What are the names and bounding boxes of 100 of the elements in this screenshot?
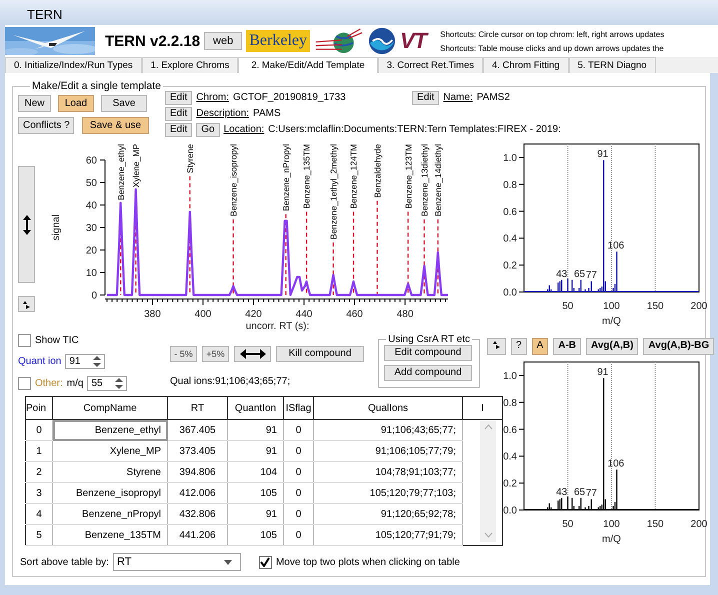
field-label[interactable]: Description: xyxy=(196,108,250,119)
sort-label: Sort above table by: xyxy=(20,556,109,568)
column-header[interactable]: QualIons xyxy=(314,396,462,420)
mq-spinner[interactable]: 55 xyxy=(87,376,128,390)
tab[interactable]: 1. Explore Chroms xyxy=(142,57,238,73)
tab[interactable]: 2. Make/Edit/Add Template xyxy=(238,57,378,73)
dropdown-caret-icon xyxy=(224,560,232,564)
tab[interactable]: 5. TERN Diagno xyxy=(568,57,656,73)
shift-button[interactable]: +5% xyxy=(202,346,229,362)
peak-label: 106 xyxy=(608,240,624,252)
peak-label: Benzene_ethyl xyxy=(116,144,126,200)
tick-label: 0.0 xyxy=(503,288,517,298)
tick-label: 1.0 xyxy=(503,152,517,164)
table-cell: 104;78;91;103;77; xyxy=(314,462,462,482)
quant-ion-label: Quant ion xyxy=(18,356,62,366)
triangles-icon xyxy=(22,300,31,308)
tick-label: 0.6 xyxy=(503,424,517,436)
tick-label: 380 xyxy=(144,309,161,320)
tab[interactable]: 0. Initialize/Index/Run Types xyxy=(5,57,142,73)
field-value: PAMS2 xyxy=(476,92,510,103)
template-button[interactable]: Save xyxy=(101,95,147,112)
web-button[interactable]: web xyxy=(204,32,242,50)
window-title: TERN xyxy=(27,7,62,22)
tick-label: 0 xyxy=(91,290,97,302)
edit-button[interactable]: Edit xyxy=(165,90,192,104)
table-cell: 5 xyxy=(26,524,52,546)
table-cell: Benzene_135TM xyxy=(52,524,168,546)
tick-label: 0.6 xyxy=(503,206,517,218)
tick-label: 100 xyxy=(603,519,620,530)
tick-label: 200 xyxy=(690,301,707,312)
peak-label: 65 xyxy=(574,486,586,498)
table-cell: 394.806 xyxy=(168,462,228,482)
globe-logo xyxy=(314,27,364,55)
stretch-button[interactable] xyxy=(234,346,271,362)
axis-title: m/Q xyxy=(602,534,621,545)
column-header[interactable]: QuantIon xyxy=(228,396,284,420)
shortcut-text: Shortcuts: Table mouse clicks and up down arrows updates the xyxy=(440,44,664,52)
template-button[interactable]: New xyxy=(18,95,51,112)
table-cell: 0 xyxy=(284,524,314,546)
spectrum-mode-button[interactable]: A xyxy=(532,338,548,354)
peak-label: 43 xyxy=(556,268,568,280)
table-cell: 91 xyxy=(228,420,284,440)
tab[interactable]: 4. Chrom Fitting xyxy=(482,57,569,73)
tick-label: 0.4 xyxy=(503,234,517,245)
table-cell: 91;106;105;77;79; xyxy=(314,440,462,462)
tick-label: 150 xyxy=(646,519,664,530)
template-button[interactable]: Load xyxy=(58,95,94,112)
app-name: TERN v2.2.18 xyxy=(105,32,200,50)
column-header[interactable]: RT xyxy=(168,396,228,420)
tick-label: 1.0 xyxy=(503,370,517,382)
template-button[interactable]: Conflicts ? xyxy=(18,117,74,134)
edit-button[interactable]: Edit xyxy=(412,90,440,104)
tick-label: 0.2 xyxy=(503,478,517,490)
peak-label: Benzene_nPropyl xyxy=(281,144,292,212)
table-cell: 3 xyxy=(26,482,52,504)
quant-ion-spinner[interactable]: 91 xyxy=(65,354,106,368)
compound-button[interactable]: Add compound xyxy=(384,365,472,381)
table-cell: 373.405 xyxy=(168,440,228,462)
field-label[interactable]: Location: xyxy=(224,124,264,135)
table-cell: 4 xyxy=(26,504,52,524)
column-header[interactable]: Poin xyxy=(26,396,52,420)
peak-label: Benzaldehyde xyxy=(372,144,382,198)
template-button[interactable]: Save & use xyxy=(82,117,149,134)
table-cell: 0 xyxy=(26,420,52,440)
column-header[interactable]: I xyxy=(462,396,502,420)
tick-label: 200 xyxy=(690,519,707,530)
tick-label: 0.4 xyxy=(503,452,517,463)
edit-button[interactable]: Edit xyxy=(165,106,192,120)
tab[interactable]: 3. Correct Ret.Times xyxy=(378,57,483,73)
checkbox[interactable] xyxy=(18,334,31,347)
tick-label: 20 xyxy=(86,246,97,256)
compound-button[interactable]: Edit compound xyxy=(384,345,472,361)
spectrum-mode-button[interactable]: A-B xyxy=(553,338,582,354)
checkbox[interactable] xyxy=(258,556,272,568)
table-cell: 91;120;65;92;78; xyxy=(314,504,462,524)
axis-toggle-button[interactable] xyxy=(487,338,506,354)
column-header[interactable]: ISflag xyxy=(284,396,314,420)
table-cell: 104 xyxy=(228,462,284,482)
axis-toggle-button[interactable] xyxy=(18,296,35,312)
sort-dropdown[interactable]: RT xyxy=(112,553,241,571)
kill-compound-button[interactable]: Kill compound xyxy=(276,346,364,362)
spectrum-mode-button[interactable]: Avg(A,B) xyxy=(586,338,638,354)
tick-label: 0.8 xyxy=(503,180,517,191)
peak-label: Benzene_123TM xyxy=(403,144,414,209)
table-cell: Benzene_nPropyl xyxy=(52,504,168,524)
spectrum-mode-button[interactable]: ? xyxy=(511,338,527,354)
table-cell: 91 xyxy=(228,440,284,462)
shift-button[interactable]: - 5% xyxy=(170,346,197,362)
spectrum-mode-button[interactable]: Avg(A,B)-BG xyxy=(643,338,714,354)
field-label[interactable]: Name: xyxy=(443,92,473,103)
triangles-icon xyxy=(492,340,501,349)
column-header[interactable]: CompName xyxy=(52,396,168,420)
go-button[interactable]: Go xyxy=(196,122,220,136)
edit-button[interactable]: Edit xyxy=(165,122,192,136)
field-label[interactable]: Chrom: xyxy=(196,92,230,103)
tick-label: 30 xyxy=(86,223,97,234)
peak-label: 106 xyxy=(608,458,624,470)
group-title: Using CsrA RT etc xyxy=(387,334,471,345)
vertical-scale-button[interactable] xyxy=(18,166,35,283)
checkbox[interactable] xyxy=(18,376,31,390)
